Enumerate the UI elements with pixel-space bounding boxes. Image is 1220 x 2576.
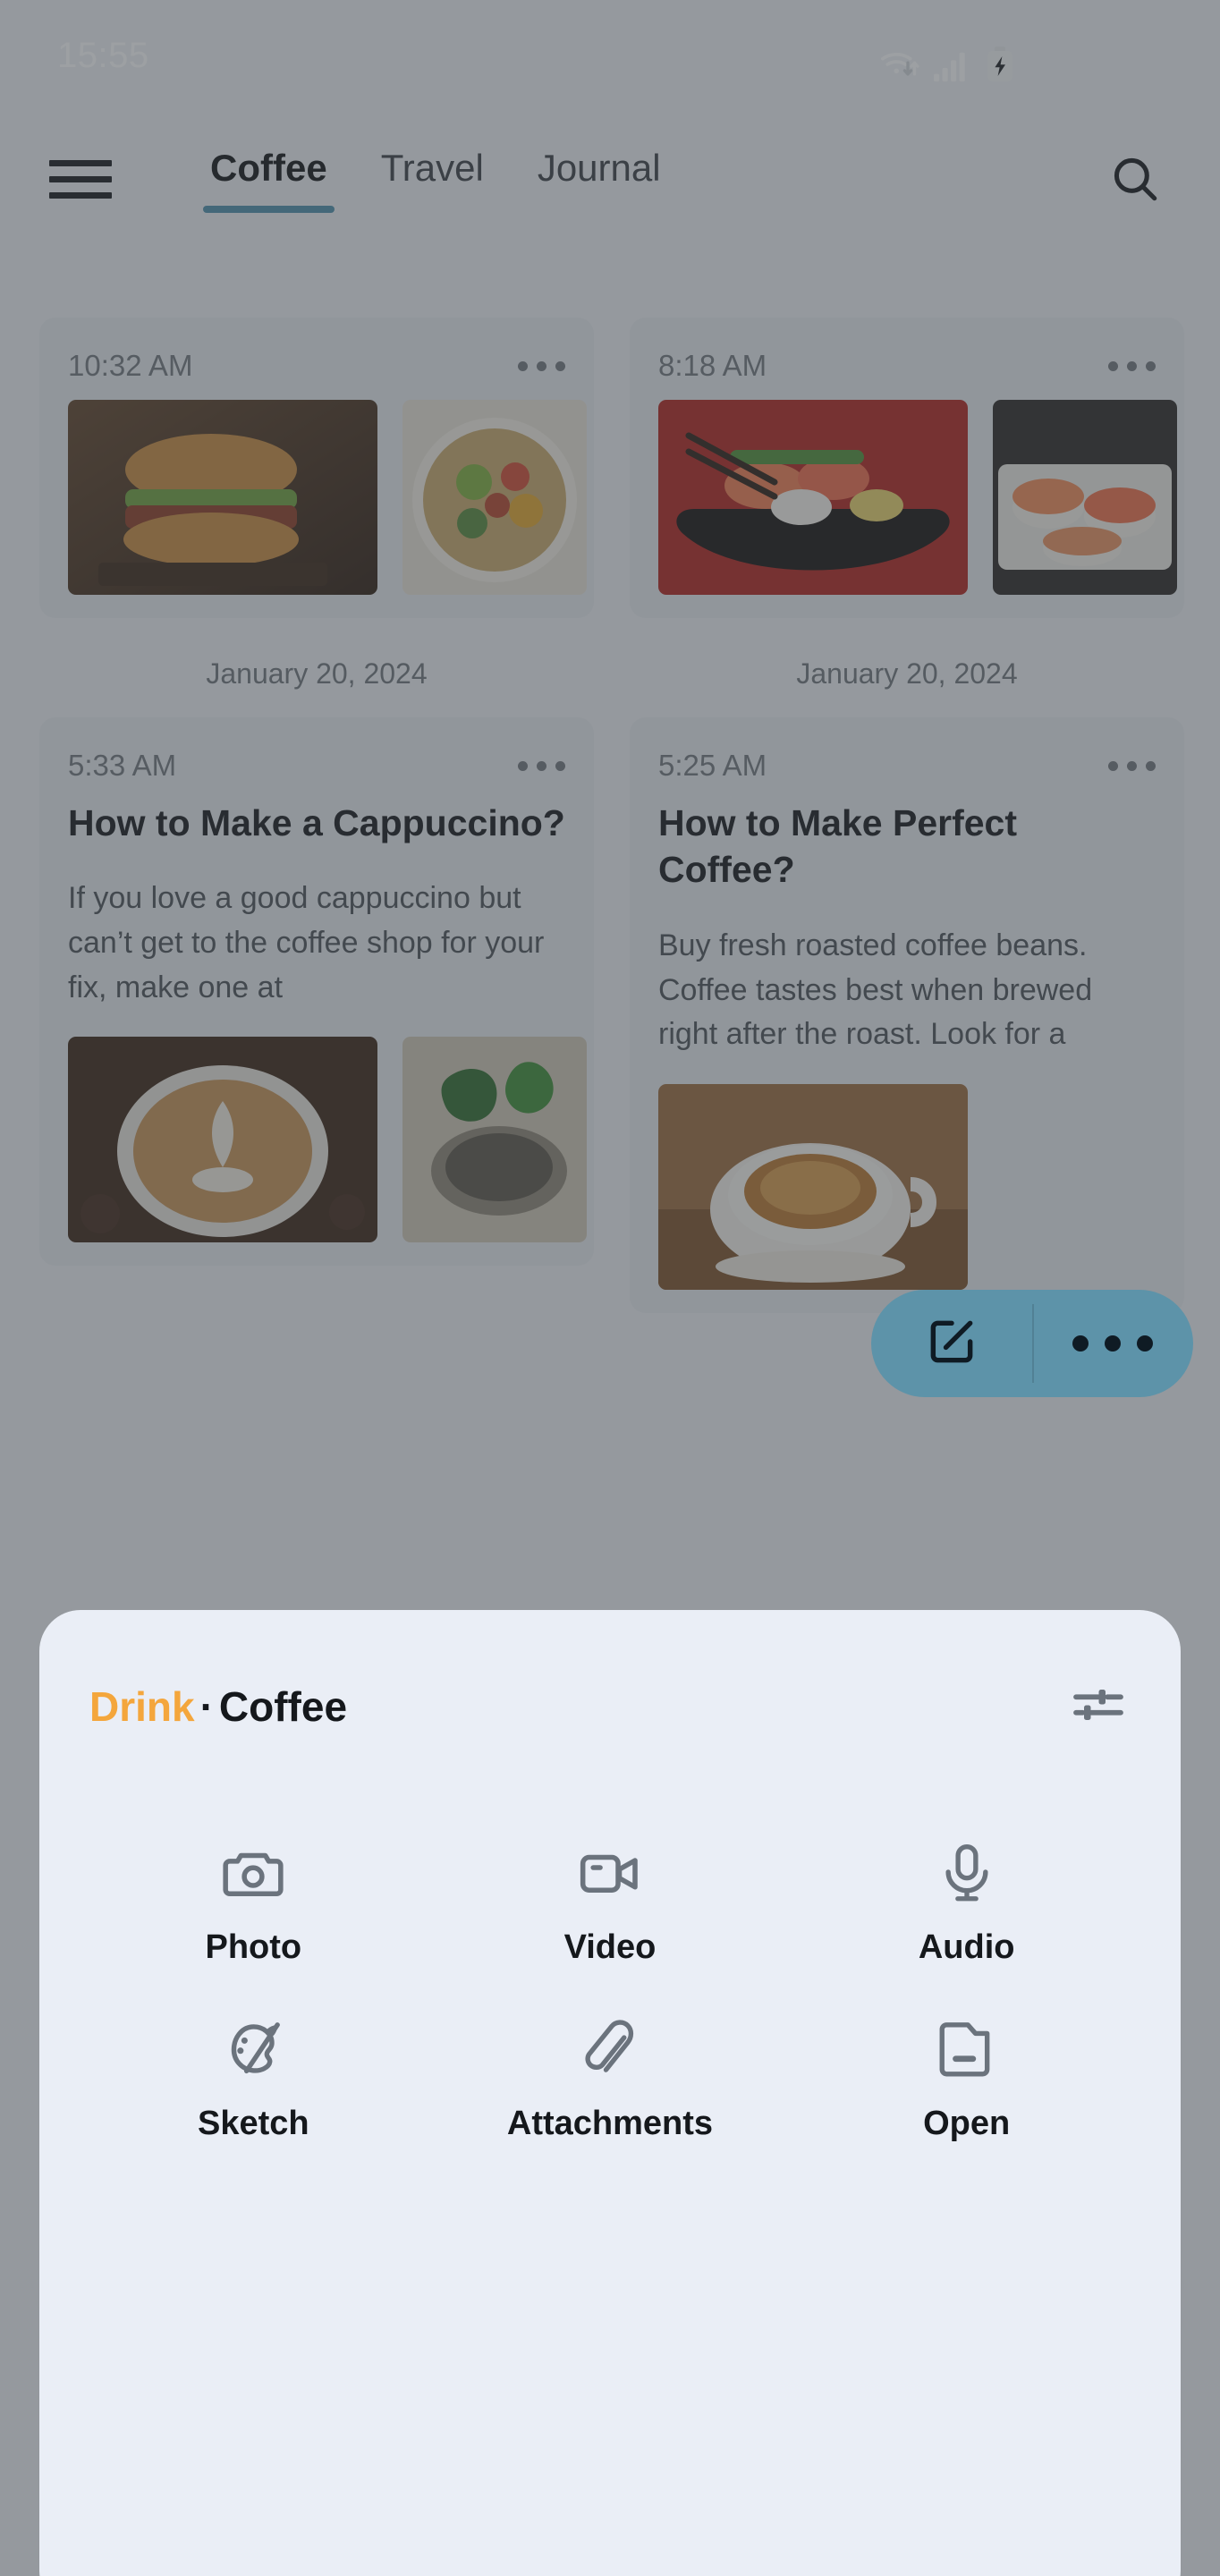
action-photo-label: Photo [205,1928,302,1966]
action-open[interactable]: Open [788,2015,1145,2143]
action-sketch[interactable]: Sketch [75,2015,432,2143]
action-video-label: Video [563,1928,657,1966]
bottom-sheet-header: Drink · Coffee [39,1610,1181,1739]
microphone-icon [939,1839,995,1907]
more-options-icon [1072,1335,1153,1352]
attachment-bottom-sheet: Drink · Coffee Photo Video Audio Sketch … [39,1610,1181,2576]
action-audio[interactable]: Audio [788,1839,1145,1967]
phone-screen: 15:55 [0,0,1220,2576]
attachment-action-grid: Photo Video Audio Sketch Attachments Ope… [39,1839,1181,2143]
compose-note-button[interactable] [871,1290,1032,1397]
folder-icon [938,2015,995,2083]
action-sketch-label: Sketch [198,2105,309,2142]
compose-edit-icon [924,1314,979,1374]
bottom-sheet-title: Drink · Coffee [89,1682,347,1731]
floating-action-bar [871,1290,1193,1397]
palette-brush-icon [222,2015,284,2083]
action-open-label: Open [923,2105,1011,2142]
action-audio-label: Audio [918,1928,1015,1966]
video-camera-icon [579,1839,641,1907]
bottom-sheet-separator: · [199,1683,214,1730]
action-video[interactable]: Video [432,1839,789,1967]
action-attachments[interactable]: Attachments [432,2015,789,2143]
tuner-sliders-icon [1072,1678,1125,1736]
action-attachments-label: Attachments [506,2105,714,2142]
fab-divider [1032,1304,1034,1383]
action-photo[interactable]: Photo [75,1839,432,1967]
sheet-settings-button[interactable] [1066,1674,1131,1739]
bottom-sheet-subject: Coffee [218,1683,348,1730]
bottom-sheet-category: Drink [89,1683,195,1730]
paperclip-icon [582,2015,638,2083]
fab-more-options-button[interactable] [1032,1290,1193,1397]
camera-icon [222,1839,284,1907]
